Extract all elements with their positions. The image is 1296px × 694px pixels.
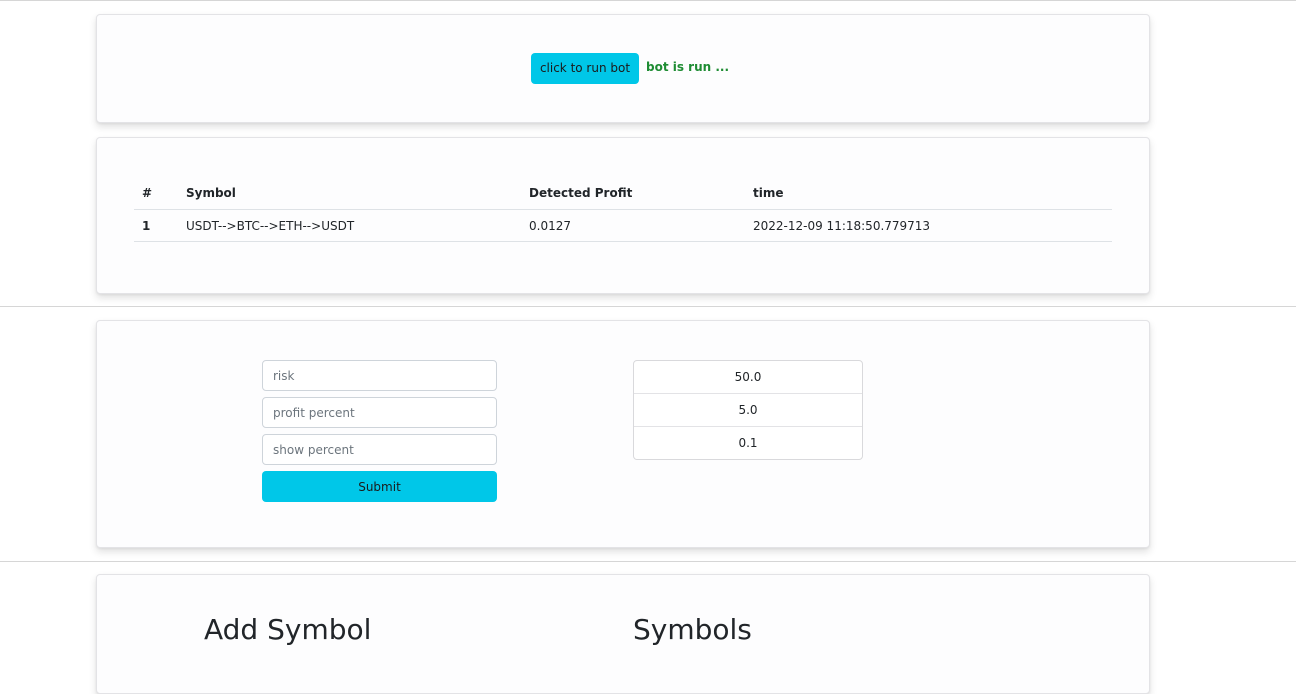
bot-control-card: click to run bot bot is run ... xyxy=(96,14,1150,123)
results-card: # Symbol Detected Profit time 1 USDT-->B… xyxy=(96,137,1150,294)
symbols-card: Add Symbol Symbols xyxy=(96,574,1150,694)
symbols-heading: Symbols xyxy=(633,613,752,646)
submit-button[interactable]: Submit xyxy=(262,471,497,502)
row-symbol: USDT-->BTC-->ETH-->USDT xyxy=(178,209,521,242)
column-header-symbol: Symbol xyxy=(178,176,521,210)
column-header-index: # xyxy=(134,176,178,210)
section-divider xyxy=(0,561,1296,562)
risk-input[interactable] xyxy=(262,360,497,391)
bot-status-text: bot is run ... xyxy=(646,60,730,74)
row-time: 2022-12-09 11:18:50.779713 xyxy=(745,209,1112,242)
run-bot-button[interactable]: click to run bot xyxy=(531,53,639,84)
results-table: # Symbol Detected Profit time 1 USDT-->B… xyxy=(134,176,1112,242)
column-header-time: time xyxy=(745,176,1112,210)
column-header-profit: Detected Profit xyxy=(521,176,745,210)
table-header-row: # Symbol Detected Profit time xyxy=(134,176,1112,210)
add-symbol-heading: Add Symbol xyxy=(204,613,372,646)
current-settings-list: 50.0 5.0 0.1 xyxy=(633,360,863,460)
top-divider xyxy=(0,0,1296,1)
row-profit: 0.0127 xyxy=(521,209,745,242)
list-item: 5.0 xyxy=(634,394,862,427)
settings-card: Submit 50.0 5.0 0.1 xyxy=(96,320,1150,548)
section-divider xyxy=(0,306,1296,307)
show-percent-input[interactable] xyxy=(262,434,497,465)
list-item: 0.1 xyxy=(738,436,758,450)
row-index: 1 xyxy=(134,209,178,242)
list-item: 50.0 xyxy=(634,361,862,394)
table-row: 1 USDT-->BTC-->ETH-->USDT 0.0127 2022-12… xyxy=(134,209,1112,242)
profit-percent-input[interactable] xyxy=(262,397,497,428)
